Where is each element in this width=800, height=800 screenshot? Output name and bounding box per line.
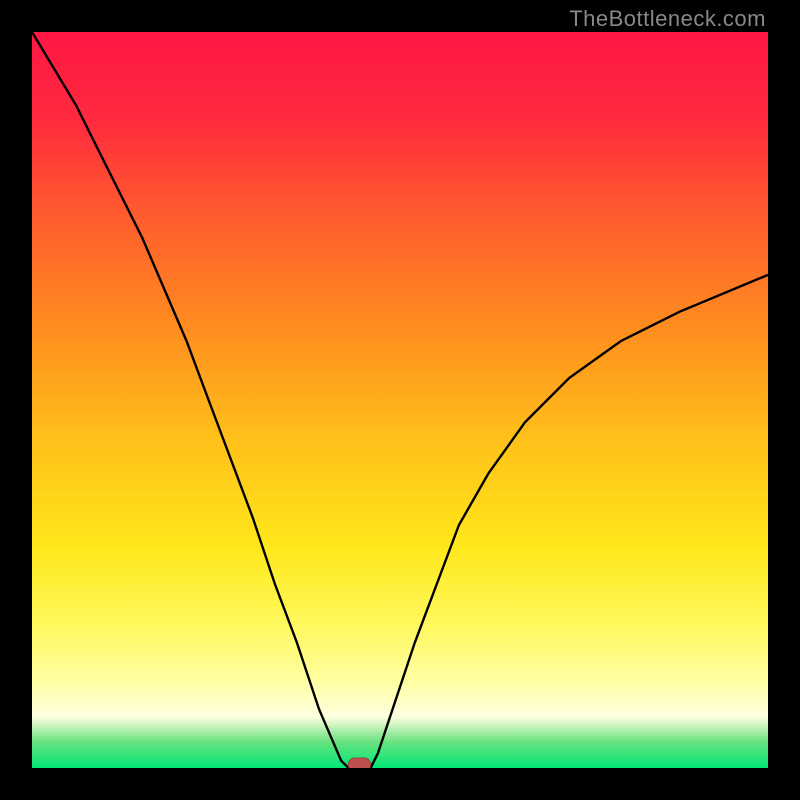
optimal-point-marker [349, 758, 371, 768]
bottleneck-chart [32, 32, 768, 768]
watermark-text: TheBottleneck.com [569, 6, 766, 32]
chart-frame [32, 32, 768, 768]
gradient-background [32, 32, 768, 768]
